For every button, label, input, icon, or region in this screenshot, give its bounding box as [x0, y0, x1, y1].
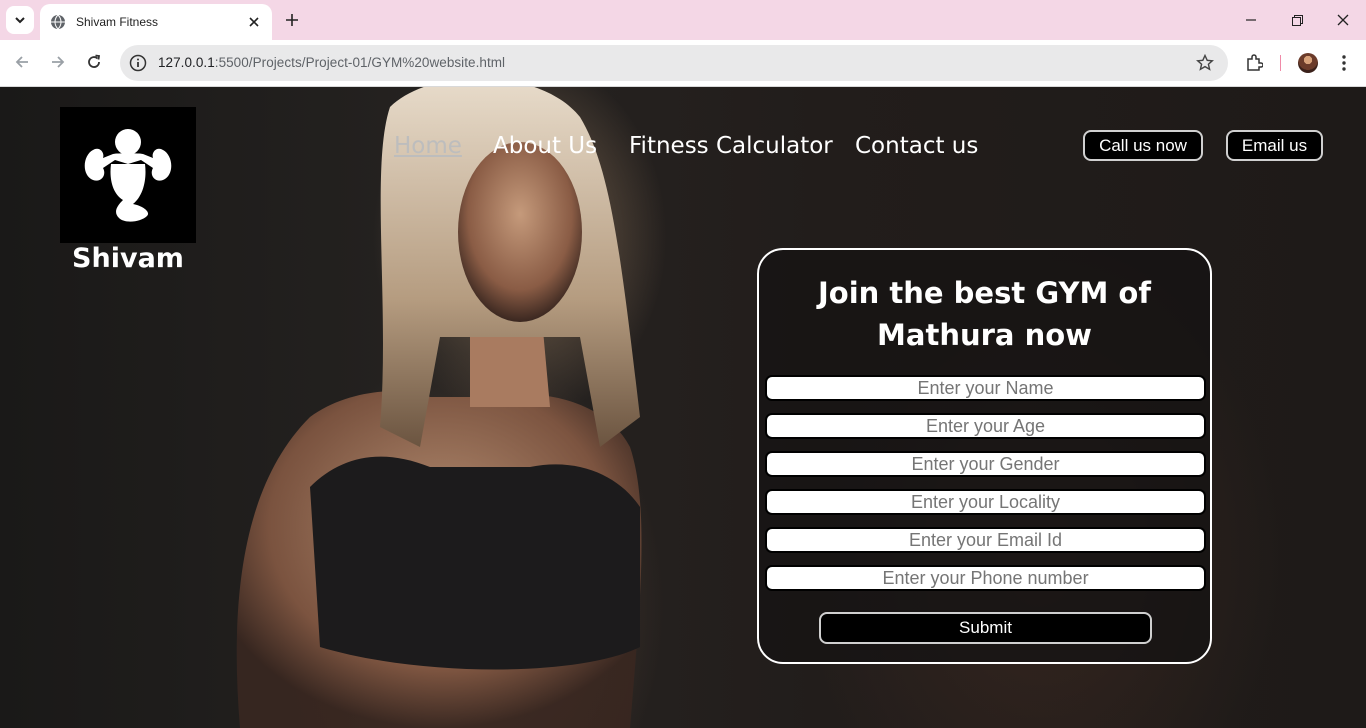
- logo-text: Shivam: [72, 243, 184, 274]
- tab-strip: Shivam Fitness: [0, 0, 1366, 40]
- browser-toolbar: 127.0.0.1:5500/Projects/Project-01/GYM%2…: [0, 40, 1366, 87]
- tab-title: Shivam Fitness: [76, 15, 159, 29]
- nav-contact-us[interactable]: Contact us: [855, 133, 978, 159]
- phone-field[interactable]: [765, 565, 1206, 591]
- gender-field[interactable]: [765, 451, 1206, 477]
- nav-fitness-calculator[interactable]: Fitness Calculator: [629, 133, 833, 159]
- form-title: Join the best GYM of Mathura now: [818, 276, 1151, 352]
- browser-tab[interactable]: Shivam Fitness: [40, 4, 272, 40]
- restore-icon[interactable]: [1287, 10, 1307, 30]
- minimize-icon[interactable]: [1241, 10, 1261, 30]
- globe-icon: [51, 14, 65, 30]
- hero-woman-photo: [236, 87, 642, 728]
- url-text: 127.0.0.1:5500/Projects/Project-01/GYM%2…: [158, 55, 505, 70]
- tab-search-button[interactable]: [6, 6, 34, 34]
- name-field[interactable]: [765, 375, 1206, 401]
- bodybuilder-icon: [84, 129, 172, 222]
- age-field[interactable]: [765, 413, 1206, 439]
- address-bar[interactable]: 127.0.0.1:5500/Projects/Project-01/GYM%2…: [120, 45, 1228, 81]
- email-us-button[interactable]: Email us: [1226, 130, 1323, 161]
- chevron-down-icon: [15, 17, 25, 24]
- url-path: :5500/Projects/Project-01/GYM%20website.…: [214, 55, 506, 70]
- join-form: Join the best GYM of Mathura now Submit: [757, 248, 1212, 664]
- site-info-icon[interactable]: [129, 54, 147, 72]
- forward-icon[interactable]: [48, 52, 68, 72]
- page-viewport: Shivam Home About Us Fitness Calculator …: [0, 87, 1366, 728]
- submit-button[interactable]: Submit: [819, 612, 1152, 644]
- close-tab-icon[interactable]: [246, 14, 262, 30]
- logo-image[interactable]: [60, 107, 196, 243]
- nav-about-us[interactable]: About Us: [493, 133, 597, 159]
- nav-home[interactable]: Home: [394, 133, 462, 159]
- back-icon[interactable]: [12, 52, 32, 72]
- close-window-icon[interactable]: [1333, 10, 1353, 30]
- menu-kebab-icon[interactable]: [1334, 53, 1354, 73]
- new-tab-icon[interactable]: [282, 10, 302, 30]
- bookmark-star-icon[interactable]: [1196, 54, 1214, 72]
- call-us-button[interactable]: Call us now: [1083, 130, 1203, 161]
- reload-icon[interactable]: [84, 52, 104, 72]
- url-host: 127.0.0.1: [158, 55, 215, 70]
- email-field[interactable]: [765, 527, 1206, 553]
- locality-field[interactable]: [765, 489, 1206, 515]
- toolbar-separator: [1280, 55, 1281, 71]
- profile-avatar[interactable]: [1298, 53, 1318, 73]
- extensions-icon[interactable]: [1244, 53, 1264, 73]
